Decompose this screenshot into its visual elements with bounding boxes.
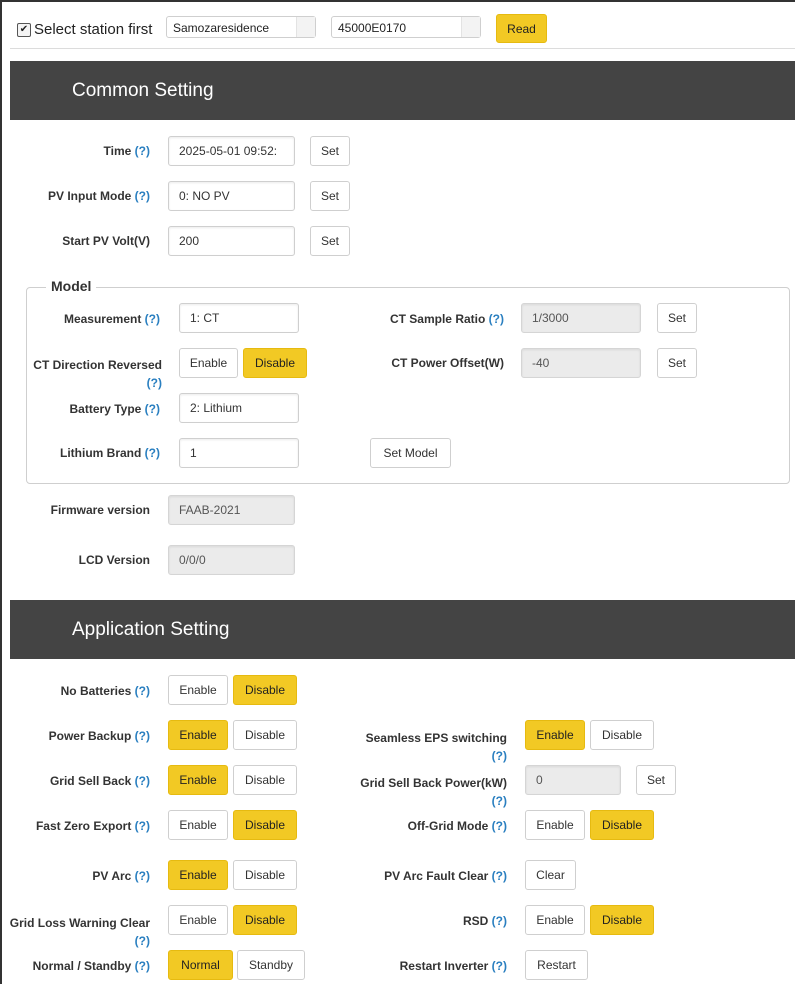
grid-sell-back-power-input[interactable]: 0 [525,765,621,795]
power-backup-enable-button[interactable]: Enable [168,720,228,750]
time-set-button[interactable]: Set [310,136,350,166]
grid-loss-warning-label: Grid Loss Warning Clear (?) [9,916,150,948]
ct-direction-enable-button[interactable]: Enable [179,348,238,378]
grid-sell-back-power-help[interactable]: (?) [492,794,507,808]
pv-arc-enable-button[interactable]: Enable [168,860,228,890]
fast-zero-export-help[interactable]: (?) [135,819,150,833]
firmware-version-label: Firmware version [50,503,150,517]
ct-sample-ratio-set-button[interactable]: Set [657,303,697,333]
time-label: Time (?) [103,144,150,158]
grid-sell-back-disable-button[interactable]: Disable [233,765,297,795]
off-grid-mode-label: Off-Grid Mode (?) [407,819,507,833]
seamless-eps-disable-button[interactable]: Disable [590,720,654,750]
lithium-brand-label: Lithium Brand (?) [60,446,160,460]
ct-sample-ratio-label: CT Sample Ratio (?) [389,312,504,326]
grid-sell-back-help[interactable]: (?) [135,774,150,788]
seamless-eps-enable-button[interactable]: Enable [525,720,585,750]
read-button[interactable]: Read [496,14,547,43]
measurement-input[interactable]: 1: CT [179,303,299,333]
ct-power-offset-input: -40 [521,348,641,378]
pv-arc-label: PV Arc (?) [92,869,150,883]
pv-arc-fault-clear-label: PV Arc Fault Clear (?) [384,869,507,883]
fast-zero-export-disable-button[interactable]: Disable [233,810,297,840]
grid-sell-back-power-set-button[interactable]: Set [636,765,676,795]
lcd-version-label: LCD Version [78,553,150,567]
grid-sell-back-label: Grid Sell Back (?) [49,774,150,788]
lcd-version-value: 0/0/0 [168,545,295,575]
serial-select-value: 45000E0170 [338,21,407,35]
set-model-button[interactable]: Set Model [370,438,451,468]
firmware-version-value: FAAB-2021 [168,495,295,525]
battery-type-input[interactable]: 2: Lithium [179,393,299,423]
off-grid-mode-enable-button[interactable]: Enable [525,810,585,840]
pv-arc-fault-clear-help[interactable]: (?) [492,869,507,883]
grid-sell-back-enable-button[interactable]: Enable [168,765,228,795]
restart-inverter-label: Restart Inverter (?) [399,959,507,973]
model-legend: Model [46,278,97,294]
start-pv-volt-set-button[interactable]: Set [310,226,350,256]
station-select-value: Samozaresidence [173,21,270,35]
power-backup-label: Power Backup (?) [48,729,150,743]
pv-input-mode-set-button[interactable]: Set [310,181,350,211]
select-station-checkbox[interactable]: ✔ [17,23,31,37]
seamless-eps-label: Seamless EPS switching (?) [365,731,507,763]
pv-input-mode-input[interactable]: 0: NO PV [168,181,295,211]
normal-standby-help[interactable]: (?) [135,959,150,973]
battery-type-help[interactable]: (?) [145,402,160,416]
normal-button[interactable]: Normal [168,950,233,980]
pv-arc-fault-clear-button[interactable]: Clear [525,860,576,890]
fast-zero-export-label: Fast Zero Export (?) [35,819,150,833]
rsd-disable-button[interactable]: Disable [590,905,654,935]
start-pv-volt-input[interactable]: 200 [168,226,295,256]
rsd-help[interactable]: (?) [492,914,507,928]
ct-sample-ratio-input: 1/3000 [521,303,641,333]
fast-zero-export-enable-button[interactable]: Enable [168,810,228,840]
battery-type-label: Battery Type (?) [69,402,160,416]
restart-inverter-help[interactable]: (?) [492,959,507,973]
station-select[interactable]: Samozaresidence [166,16,316,38]
time-help[interactable]: (?) [135,144,150,158]
time-input[interactable]: 2025-05-01 09:52: [168,136,295,166]
seamless-eps-help[interactable]: (?) [492,749,507,763]
rsd-label: RSD (?) [462,914,507,928]
application-setting-header: Application Setting [10,600,795,659]
standby-button[interactable]: Standby [237,950,305,980]
serial-select-arrow [461,17,480,37]
rsd-enable-button[interactable]: Enable [525,905,585,935]
no-batteries-help[interactable]: (?) [135,684,150,698]
ct-power-offset-label: CT Power Offset(W) [391,356,504,370]
station-select-arrow [296,17,315,37]
grid-sell-back-power-label: Grid Sell Back Power(kW) (?) [360,776,507,808]
lithium-brand-input[interactable]: 1 [179,438,299,468]
power-backup-disable-button[interactable]: Disable [233,720,297,750]
measurement-label: Measurement (?) [63,312,160,326]
serial-select[interactable]: 45000E0170 [331,16,481,38]
no-batteries-disable-button[interactable]: Disable [233,675,297,705]
power-backup-help[interactable]: (?) [135,729,150,743]
ct-direction-label: CT Direction Reversed (?) [33,358,162,390]
select-station-label: Select station first [34,21,153,38]
measurement-help[interactable]: (?) [145,312,160,326]
lithium-brand-help[interactable]: (?) [145,446,160,460]
off-grid-mode-disable-button[interactable]: Disable [590,810,654,840]
topbar-divider [10,48,795,49]
pv-input-mode-label: PV Input Mode (?) [48,189,150,203]
ct-direction-disable-button[interactable]: Disable [243,348,307,378]
normal-standby-label: Normal / Standby (?) [32,959,150,973]
pv-arc-disable-button[interactable]: Disable [233,860,297,890]
ct-direction-help[interactable]: (?) [147,376,162,390]
pv-arc-help[interactable]: (?) [135,869,150,883]
ct-sample-ratio-help[interactable]: (?) [489,312,504,326]
grid-loss-warning-help[interactable]: (?) [135,934,150,948]
restart-inverter-button[interactable]: Restart [525,950,588,980]
off-grid-mode-help[interactable]: (?) [492,819,507,833]
pv-input-mode-help[interactable]: (?) [135,189,150,203]
no-batteries-enable-button[interactable]: Enable [168,675,228,705]
no-batteries-label: No Batteries (?) [60,684,150,698]
common-setting-header: Common Setting [10,61,795,120]
ct-power-offset-set-button[interactable]: Set [657,348,697,378]
grid-loss-warning-enable-button[interactable]: Enable [168,905,228,935]
grid-loss-warning-disable-button[interactable]: Disable [233,905,297,935]
start-pv-volt-label: Start PV Volt(V) [62,234,150,248]
